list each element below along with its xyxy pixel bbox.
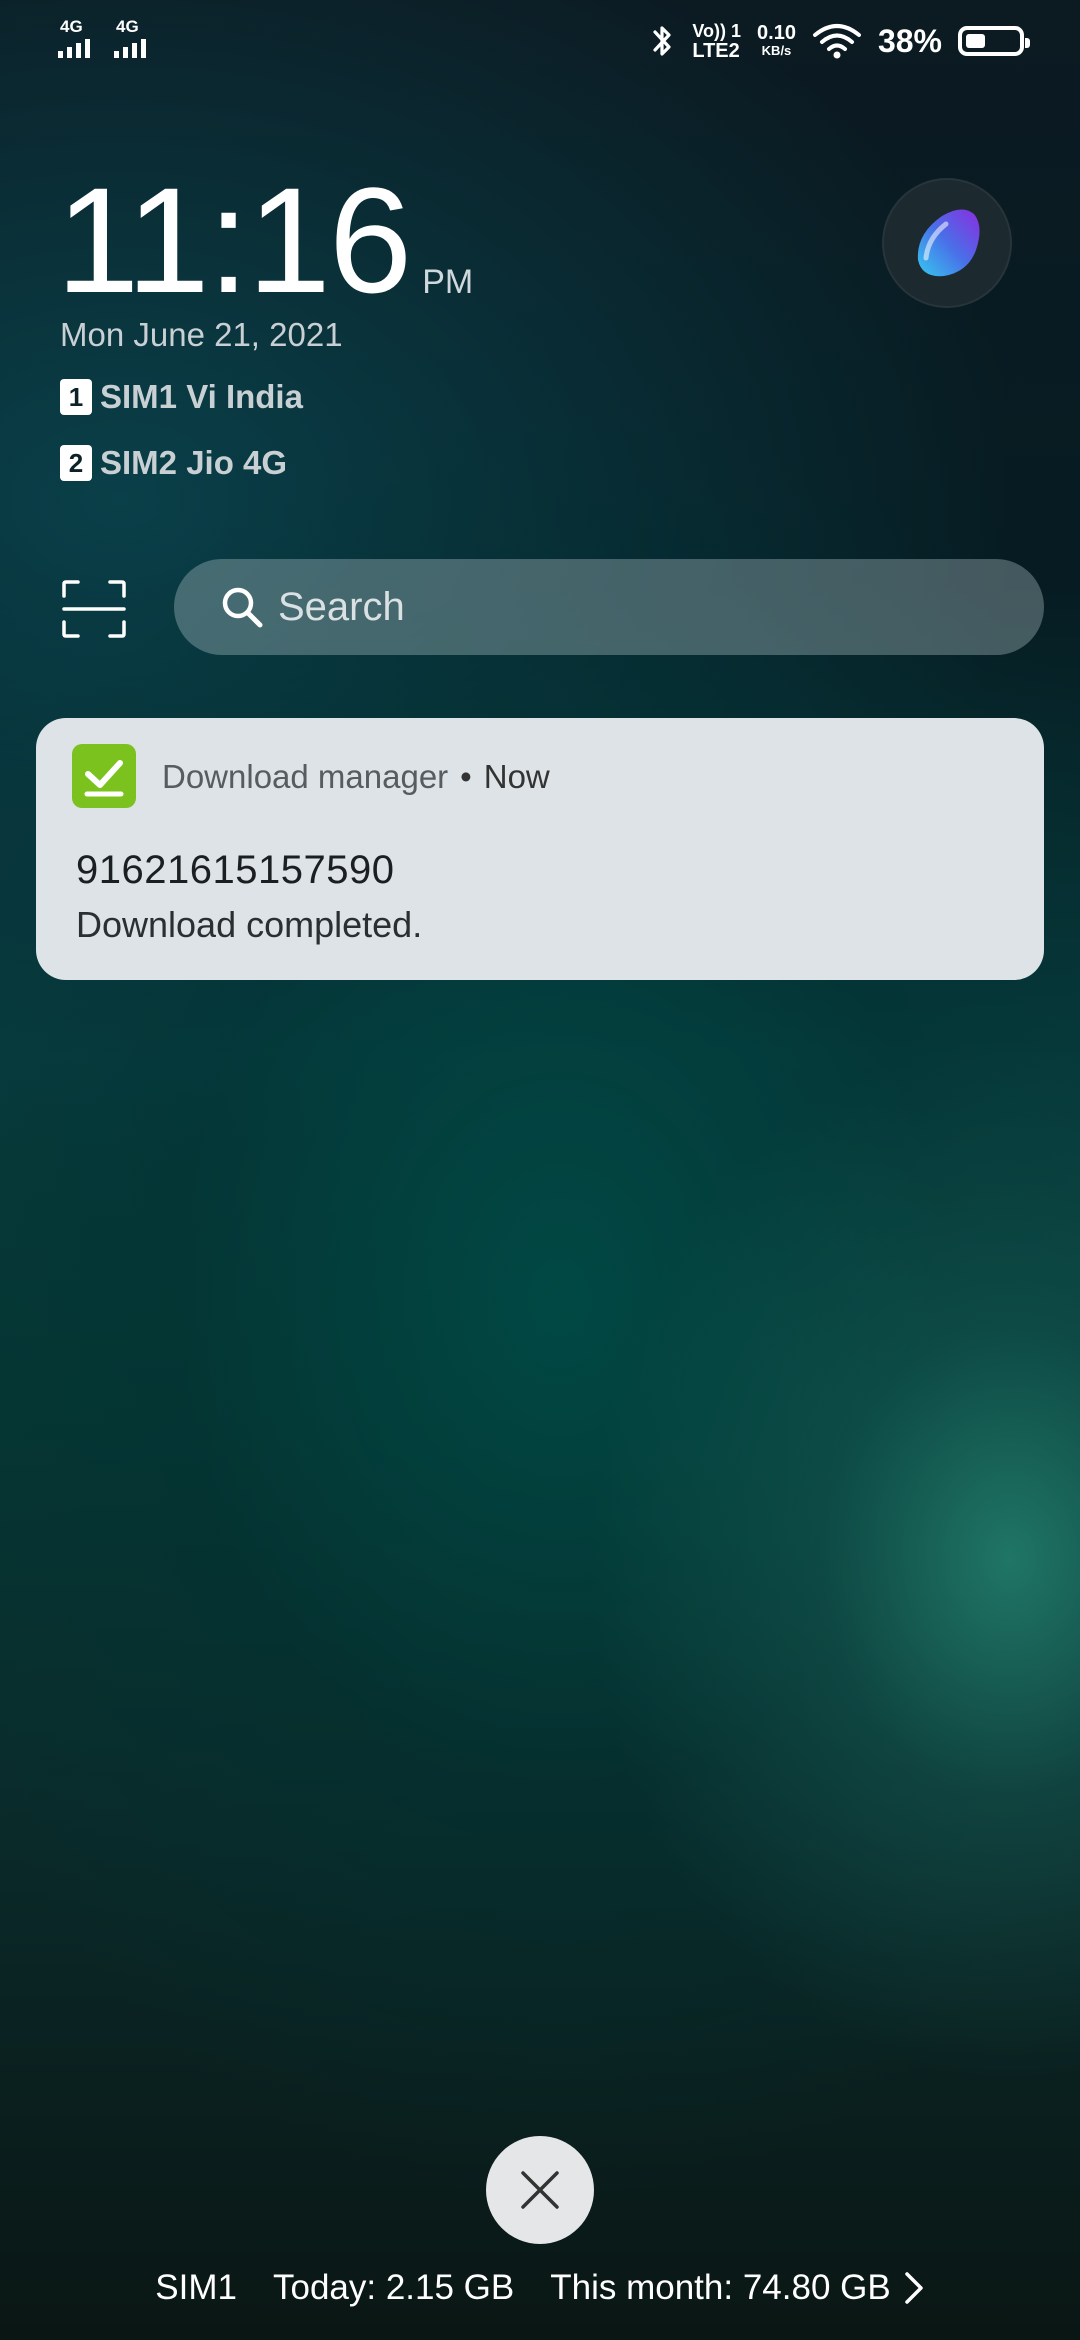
volte-bottom-label: LTE2: [692, 40, 740, 62]
notification-header: Download manager • Now: [162, 758, 550, 796]
notification-separator: •: [460, 758, 472, 795]
notification-time: Now: [483, 758, 550, 795]
clock-time: 11:16: [56, 156, 412, 324]
download-notification[interactable]: Download manager • Now 91621615157590 Do…: [36, 718, 1044, 980]
network-speed: 0.10 KB/s: [757, 23, 796, 59]
sim1-info: 1 SIM1 Vi India: [60, 378, 303, 416]
sim1-label: SIM1 Vi India: [100, 378, 303, 415]
sim2-badge-icon: 2: [60, 445, 92, 481]
data-usage-sim: SIM1: [155, 2268, 237, 2307]
notification-title: 91621615157590: [76, 848, 395, 892]
data-usage-month: This month: 74.80 GB: [550, 2268, 891, 2307]
bluetooth-icon: [653, 26, 671, 56]
data-usage-bar[interactable]: SIM1 Today: 2.15 GB This month: 74.80 GB: [0, 2268, 1080, 2308]
volte-indicator: Vo)) 1 LTE2: [692, 21, 741, 61]
signal-bars-icon: [58, 38, 90, 58]
wifi-icon: [812, 24, 861, 59]
chevron-right-icon[interactable]: [903, 2270, 925, 2306]
close-icon: [521, 2171, 559, 2209]
date-label: Mon June 21, 2021: [60, 316, 343, 353]
battery-icon: [958, 26, 1030, 56]
sim1-network-type: 4G: [60, 17, 83, 36]
download-manager-app-icon: [72, 744, 136, 808]
search-placeholder: Search: [278, 584, 405, 629]
sim2-network-type: 4G: [116, 17, 139, 36]
assistant-button[interactable]: [882, 178, 1012, 308]
dismiss-button[interactable]: [486, 2136, 594, 2244]
battery-fill: [966, 34, 985, 48]
speed-unit: KB/s: [761, 43, 792, 58]
notification-app-name: Download manager: [162, 758, 449, 795]
data-usage-today: Today: 2.15 GB: [272, 2268, 515, 2307]
search-icon: [222, 587, 263, 628]
assistant-icon: [917, 209, 980, 277]
status-icons: Vo)) 1 LTE2 0.10 KB/s 38%: [650, 18, 1030, 64]
sim1-badge-icon: 1: [60, 379, 92, 415]
sim1-signal: 4G: [58, 18, 90, 58]
sim2-info: 2 SIM2 Jio 4G: [60, 444, 287, 482]
scan-icon[interactable]: [62, 580, 126, 638]
battery-percent: 38%: [877, 22, 942, 59]
speed-value: 0.10: [757, 22, 796, 44]
signal-bars-icon: [114, 38, 146, 58]
sim2-label: SIM2 Jio 4G: [100, 444, 288, 481]
clock-ampm: PM: [422, 263, 474, 301]
volte-top-label: Vo)) 1: [692, 21, 742, 41]
search-bar[interactable]: Search: [174, 559, 1044, 655]
clock: 11:16 PM: [56, 156, 474, 324]
notification-body: Download completed.: [76, 904, 423, 945]
status-bar: 4G 4G Vo)) 1 LTE2 0.10 KB/s 38%: [0, 0, 1080, 80]
sim2-signal: 4G: [114, 18, 146, 58]
